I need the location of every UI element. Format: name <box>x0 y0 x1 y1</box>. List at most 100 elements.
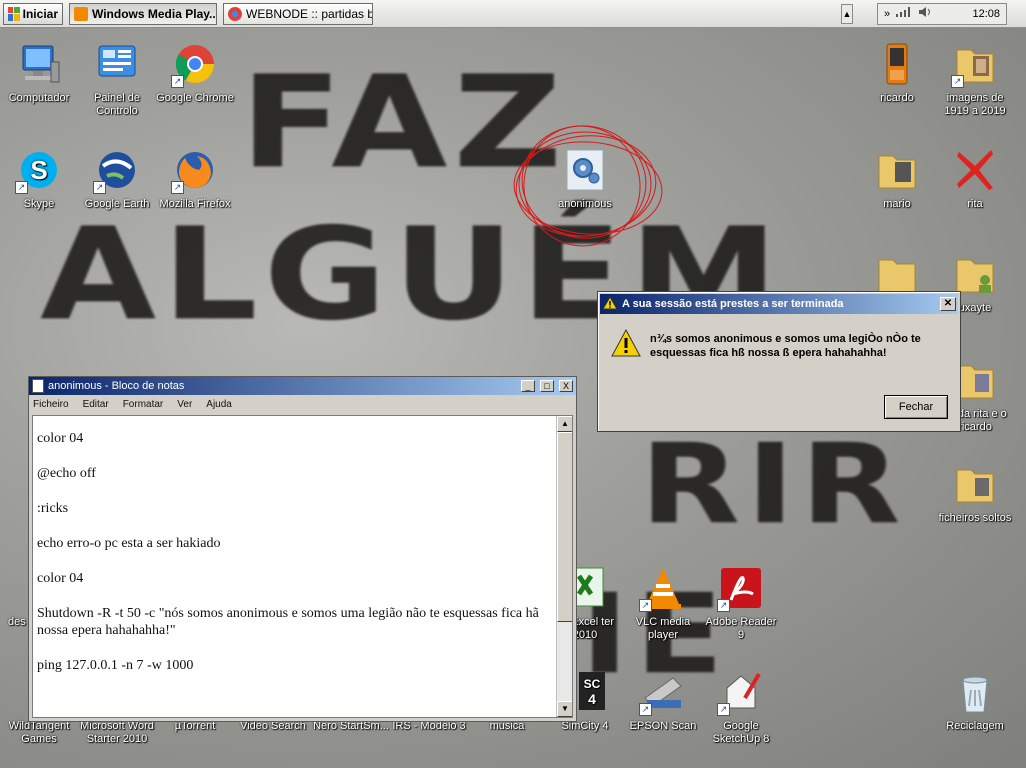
warning-icon <box>610 328 642 361</box>
desktop-icon-label: EPSON Scan <box>629 720 697 732</box>
menu-editar[interactable]: Editar <box>83 399 109 410</box>
desktop-icon-painel-de-controlo[interactable]: Painel de Controlo <box>78 40 156 118</box>
desktop-icon-label: ricardo <box>880 92 914 104</box>
close-dialog-button[interactable]: Fechar <box>884 395 948 419</box>
text-line: Shutdown -R -t 50 -c "nós somos anonimou… <box>37 606 539 638</box>
start-label: Iniciar <box>22 6 58 21</box>
menu-ficheiro[interactable]: Ficheiro <box>33 399 69 410</box>
desktop-icon-label: VLC media player <box>635 616 691 641</box>
dialog-title: A sua sessão está prestes a ser terminad… <box>622 298 844 310</box>
desktop-icon-adobe-reader[interactable]: ↗ Adobe Reader 9 <box>702 564 780 642</box>
desktop-icon-google-chrome[interactable]: ↗ Google Chrome <box>156 40 234 105</box>
desktop-icon-label: Adobe Reader 9 <box>705 616 777 641</box>
wallpaper-text: RIR <box>640 419 907 549</box>
folder-icon <box>951 460 999 508</box>
text-line: color 04 <box>37 571 84 586</box>
shutdown-warning-dialog: A sua sessão está prestes a ser terminad… <box>597 291 961 432</box>
close-button[interactable]: ✕ <box>940 297 956 311</box>
taskbar: Iniciar Windows Media Play... WEBNODE ::… <box>0 0 1026 28</box>
desktop-icon-label: Computador <box>8 92 70 104</box>
text-line: echo erro-o pc esta a ser hakiado <box>37 536 221 551</box>
dialog-message: n¾s somos anonimous e somos uma legiÒo n… <box>650 333 921 359</box>
desktop-icon-label: ficheiros soltos <box>938 512 1012 524</box>
desktop-icon-skype[interactable]: S ↗ Skype <box>0 146 78 211</box>
scroll-thumb[interactable] <box>557 432 572 622</box>
desktop-icon-ricardo[interactable]: ricardo <box>858 40 936 105</box>
desktop-icon-label: Painel de Controlo <box>94 92 140 117</box>
desktop-icon-google-earth[interactable]: ↗ Google Earth <box>78 146 156 211</box>
notepad-icon <box>32 379 44 393</box>
desktop-icon-computador[interactable]: Computador <box>0 40 78 105</box>
text-line: @echo off <box>37 466 96 481</box>
network-signal-icon[interactable] <box>896 7 912 20</box>
desktop-icon-rita[interactable]: rita <box>936 146 1014 211</box>
scroll-down-button[interactable]: ▼ <box>557 701 572 717</box>
menu-ver[interactable]: Ver <box>177 399 192 410</box>
notepad-title-bar[interactable]: anonimous - Bloco de notas _ □ X <box>29 377 576 395</box>
volume-icon[interactable] <box>918 6 932 21</box>
desktop-icon-label: Microsoft Word Starter 2010 <box>80 720 154 745</box>
desktop-icon-label: WildTangent Games <box>8 720 70 745</box>
desktop-icon-label: rita <box>967 198 983 210</box>
windows-logo-icon <box>8 6 20 21</box>
start-button[interactable]: Iniciar <box>3 2 63 25</box>
taskbar-button-webnode[interactable]: WEBNODE :: partidas b... <box>223 2 373 25</box>
scroll-up-button[interactable]: ▲ <box>557 416 572 432</box>
svg-text:4: 4 <box>588 691 596 707</box>
red-scribble-annotation <box>513 125 663 247</box>
text-line: color 04 <box>37 431 84 446</box>
maximize-button[interactable]: □ <box>540 380 554 392</box>
vertical-scrollbar[interactable]: ▲ ▼ <box>556 416 572 717</box>
vlc-icon: ↗ <box>639 564 687 612</box>
google-earth-icon: ↗ <box>93 146 141 194</box>
desktop-icon-reciclagem[interactable]: Reciclagem <box>936 668 1014 733</box>
taskbar-scroll-button[interactable]: ▲ <box>841 3 853 24</box>
notepad-content[interactable]: color 04 @echo off :ricks echo erro-o pc… <box>37 430 552 692</box>
control-panel-icon <box>93 40 141 88</box>
desktop-icon-ficheiros-soltos[interactable]: ficheiros soltos <box>936 460 1014 525</box>
folder-icon: ↗ <box>951 40 999 88</box>
taskbar-button-label: WEBNODE :: partidas b... <box>246 6 373 21</box>
menu-ajuda[interactable]: Ajuda <box>206 399 232 410</box>
svg-text:S: S <box>30 155 47 185</box>
desktop-icon-label: Skype <box>23 198 55 210</box>
desktop-icon-sketchup[interactable]: ↗ Google SketchUp 8 <box>702 668 780 746</box>
desktop-icon-label: Google Earth <box>84 198 150 210</box>
notepad-text-area[interactable]: color 04 @echo off :ricks echo erro-o pc… <box>32 415 573 718</box>
firefox-icon: ↗ <box>171 146 219 194</box>
red-x-icon <box>951 146 999 194</box>
text-line: ping 127.0.0.1 -n 7 -w 1000 <box>37 658 194 673</box>
scanner-icon: ↗ <box>639 668 687 716</box>
adobe-reader-icon: ↗ <box>717 564 765 612</box>
desktop-icon-label: Google SketchUp 8 <box>712 720 770 745</box>
notepad-title: anonimous - Bloco de notas <box>48 380 185 392</box>
desktop-icon-vlc[interactable]: ↗ VLC media player <box>624 564 702 642</box>
chrome-icon <box>228 6 242 21</box>
clock[interactable]: 12:08 <box>972 8 1000 20</box>
desktop-icon-label: Google Chrome <box>156 92 234 104</box>
desktop-icon-mozilla-firefox[interactable]: ↗ Mozilla Firefox <box>156 146 234 211</box>
close-button[interactable]: X <box>559 380 573 392</box>
desktop-icon-imagens[interactable]: ↗ imagens de 1919 a 2019 <box>936 40 1014 118</box>
taskbar-button-label: Windows Media Play... <box>92 6 217 21</box>
minimize-button[interactable]: _ <box>521 380 535 392</box>
desktop-icon-label: imagens de 1919 a 2019 <box>944 92 1006 117</box>
folder-icon <box>873 146 921 194</box>
tray-chevron-icon[interactable]: » <box>884 8 890 20</box>
warning-icon <box>602 295 618 313</box>
menu-formatar[interactable]: Formatar <box>123 399 164 410</box>
chrome-icon: ↗ <box>171 40 219 88</box>
desktop-icon-epson-scan[interactable]: ↗ EPSON Scan <box>624 668 702 733</box>
skype-icon: S ↗ <box>15 146 63 194</box>
svg-text:SC: SC <box>584 677 601 691</box>
text-line: :ricks <box>37 501 69 516</box>
recycle-bin-icon <box>951 668 999 716</box>
media-player-icon <box>74 6 88 21</box>
dialog-title-bar[interactable]: A sua sessão está prestes a ser terminad… <box>600 294 958 314</box>
desktop-icon-mario[interactable]: mario <box>858 146 936 211</box>
notepad-menu-bar: Ficheiro Editar Formatar Ver Ajuda <box>29 395 576 413</box>
taskbar-button-media-player[interactable]: Windows Media Play... <box>69 2 217 25</box>
desktop-icon-label: Reciclagem <box>946 720 1004 732</box>
phone-icon <box>873 40 921 88</box>
desktop-icon-label: Mozilla Firefox <box>159 198 231 210</box>
